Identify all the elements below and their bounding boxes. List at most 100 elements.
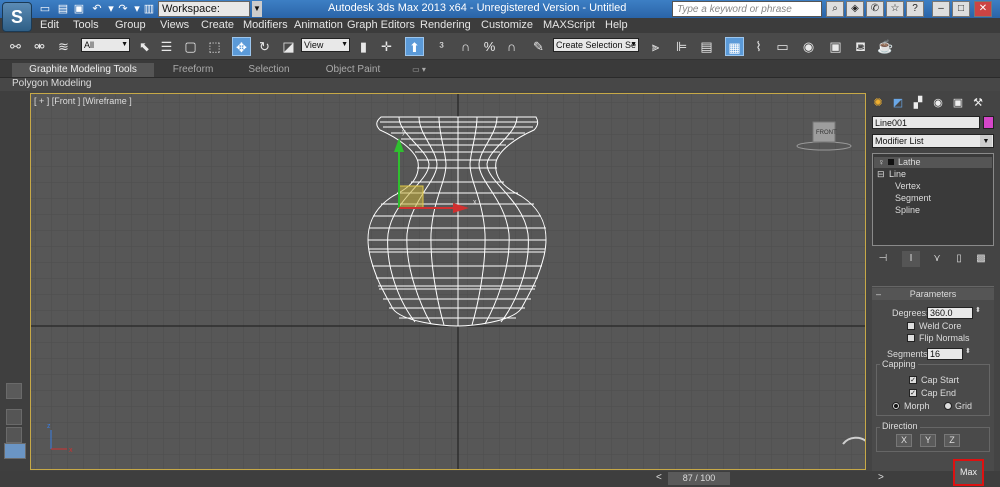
rectangular-selection-icon[interactable]: ▢ [181, 37, 200, 56]
chevron-down-icon[interactable]: ▼ [252, 1, 262, 17]
stack-item-lathe[interactable]: ♀ Lathe [874, 157, 992, 168]
create-tab-icon[interactable]: ✺ [870, 95, 886, 111]
configure-modifier-sets-icon[interactable]: ▩ [972, 251, 990, 267]
graphite-toggle-icon[interactable]: ▦ [725, 37, 744, 56]
time-slider-next-icon[interactable]: > [878, 472, 884, 483]
motion-tab-icon[interactable]: ◉ [930, 95, 946, 111]
lightbulb-icon[interactable]: ♀ [878, 157, 885, 167]
menu-modifiers[interactable]: Modifiers [243, 19, 288, 31]
ribbon-options-icon[interactable]: ▭ ▾ [404, 63, 434, 77]
open-file-icon[interactable]: ▤ [56, 2, 70, 16]
render-setup-icon[interactable]: ▣ [826, 37, 845, 56]
degrees-spinner[interactable]: 360.0 [927, 307, 973, 319]
edit-named-selection-icon[interactable]: ✎ [529, 37, 548, 56]
tab-freeform[interactable]: Freeform [158, 63, 228, 77]
favorites-star-icon[interactable]: ☆ [886, 1, 904, 17]
viewport-layout-icon[interactable] [6, 427, 22, 443]
rendered-frame-window-icon[interactable]: ⛾ [851, 37, 870, 56]
search-icon[interactable]: ⌕ [826, 1, 844, 17]
polygon-modeling-label[interactable]: Polygon Modeling [12, 78, 92, 89]
hierarchy-tab-icon[interactable]: ▞ [910, 95, 926, 111]
selection-filter-dropdown[interactable]: All ▼ [81, 38, 130, 52]
reference-coordinate-dropdown[interactable]: View ▼ [301, 38, 350, 52]
undo-icon[interactable]: ↶ [90, 2, 104, 16]
pin-stack-icon[interactable]: ⊣ [874, 251, 892, 267]
modifier-stack[interactable]: ♀ Lathe ⊟ Line Vertex Segment Spline [872, 153, 994, 246]
menu-edit[interactable]: Edit [40, 19, 59, 31]
time-slider-prev-icon[interactable]: < [656, 472, 662, 483]
display-tab-icon[interactable]: ▣ [950, 95, 966, 111]
tab-selection[interactable]: Selection [232, 63, 306, 77]
stack-item-segment[interactable]: Segment [895, 193, 931, 203]
layer-manager-icon[interactable]: ▤ [697, 37, 716, 56]
workspace-dropdown[interactable]: Workspace: Default [158, 1, 250, 29]
help-icon[interactable]: ? [906, 1, 924, 17]
viewport-label-menu[interactable]: [ + ] [Front ] [Wireframe ] [34, 96, 132, 106]
object-color-swatch[interactable] [983, 116, 994, 129]
stack-item-vertex[interactable]: Vertex [895, 181, 921, 191]
direction-y-button[interactable]: Y [920, 434, 936, 447]
expand-minus-icon[interactable]: ⊟ [877, 169, 885, 180]
viewport-layout-icon[interactable] [6, 409, 22, 425]
front-viewport[interactable]: x y FRONT z x [ + ] [Front ] [Wireframe … [30, 93, 866, 470]
stack-item-spline[interactable]: Spline [895, 205, 920, 215]
keyboard-shortcut-override-icon[interactable]: ⬆ [405, 37, 424, 56]
menu-help[interactable]: Help [605, 19, 628, 31]
select-and-link-icon[interactable]: ⚯ [6, 37, 25, 56]
cap-end-checkbox[interactable]: ✓ [909, 389, 917, 397]
menu-create[interactable]: Create [201, 19, 234, 31]
select-and-manipulate-icon[interactable]: ✛ [377, 37, 396, 56]
save-file-icon[interactable]: ▣ [72, 2, 86, 16]
app-logo-button[interactable]: S [2, 2, 32, 32]
spinner-snap-icon[interactable]: ∩ [502, 37, 521, 56]
select-and-move-icon[interactable]: ✥ [232, 37, 251, 56]
project-folder-icon[interactable]: ▥ [142, 2, 156, 16]
schematic-view-icon[interactable]: ▭ [773, 37, 792, 56]
direction-x-button[interactable]: X [896, 434, 912, 447]
make-unique-icon[interactable]: ⋎ [928, 251, 946, 267]
select-object-icon[interactable]: ⬉ [135, 37, 154, 56]
select-and-rotate-icon[interactable]: ↻ [255, 37, 274, 56]
weld-core-checkbox[interactable] [907, 322, 915, 330]
viewport-layout-icon[interactable] [4, 443, 26, 459]
modify-tab-icon[interactable]: ◩ [890, 95, 906, 111]
angle-snap-icon[interactable]: ∩ [456, 37, 475, 56]
snaps-toggle-icon[interactable]: ³ [432, 37, 451, 56]
direction-z-button[interactable]: Z [944, 434, 960, 447]
search-input[interactable]: Type a keyword or phrase [672, 1, 822, 17]
menu-customize[interactable]: Customize [481, 19, 533, 31]
tab-object-paint[interactable]: Object Paint [310, 63, 396, 77]
render-production-icon[interactable]: ☕ [876, 37, 895, 56]
time-slider[interactable]: 87 / 100 [668, 472, 730, 485]
morph-radio[interactable] [892, 402, 900, 410]
new-file-icon[interactable]: ▭ [38, 2, 52, 16]
subscription-icon[interactable]: ◈ [846, 1, 864, 17]
communication-center-icon[interactable]: ✆ [866, 1, 884, 17]
unlink-selection-icon[interactable]: ⚮ [30, 37, 49, 56]
percent-snap-icon[interactable]: % [480, 37, 499, 56]
close-icon[interactable]: ✕ [974, 1, 992, 17]
segments-spinner[interactable]: 16 [927, 348, 963, 360]
menu-graph-editors[interactable]: Graph Editors [347, 19, 415, 31]
menu-rendering[interactable]: Rendering [420, 19, 471, 31]
pivot-center-icon[interactable]: ▮ [354, 37, 373, 56]
object-name-field[interactable]: Line001 [872, 116, 980, 129]
menu-tools[interactable]: Tools [73, 19, 99, 31]
max-button[interactable]: Max [953, 459, 984, 486]
material-editor-icon[interactable]: ◉ [799, 37, 818, 56]
grid-radio[interactable] [944, 402, 952, 410]
bind-space-warp-icon[interactable]: ≋ [54, 37, 73, 56]
menu-maxscript[interactable]: MAXScript [543, 19, 595, 31]
minimize-icon[interactable]: – [932, 1, 950, 17]
expand-arrow-icon[interactable] [6, 383, 22, 399]
viewport-canvas[interactable]: x y FRONT z x [31, 94, 866, 470]
mirror-icon[interactable]: ⫸ [646, 37, 665, 56]
menu-animation[interactable]: Animation [294, 19, 343, 31]
select-by-name-icon[interactable]: ☰ [157, 37, 176, 56]
flip-normals-checkbox[interactable] [907, 334, 915, 342]
spinner-arrows-icon[interactable]: ⬍ [975, 306, 981, 314]
window-crossing-icon[interactable]: ⬚ [205, 37, 224, 56]
spinner-arrows-icon[interactable]: ⬍ [965, 347, 971, 355]
named-selection-dropdown[interactable]: Create Selection Se ▼ [553, 38, 639, 52]
curve-editor-icon[interactable]: ⌇ [749, 37, 768, 56]
